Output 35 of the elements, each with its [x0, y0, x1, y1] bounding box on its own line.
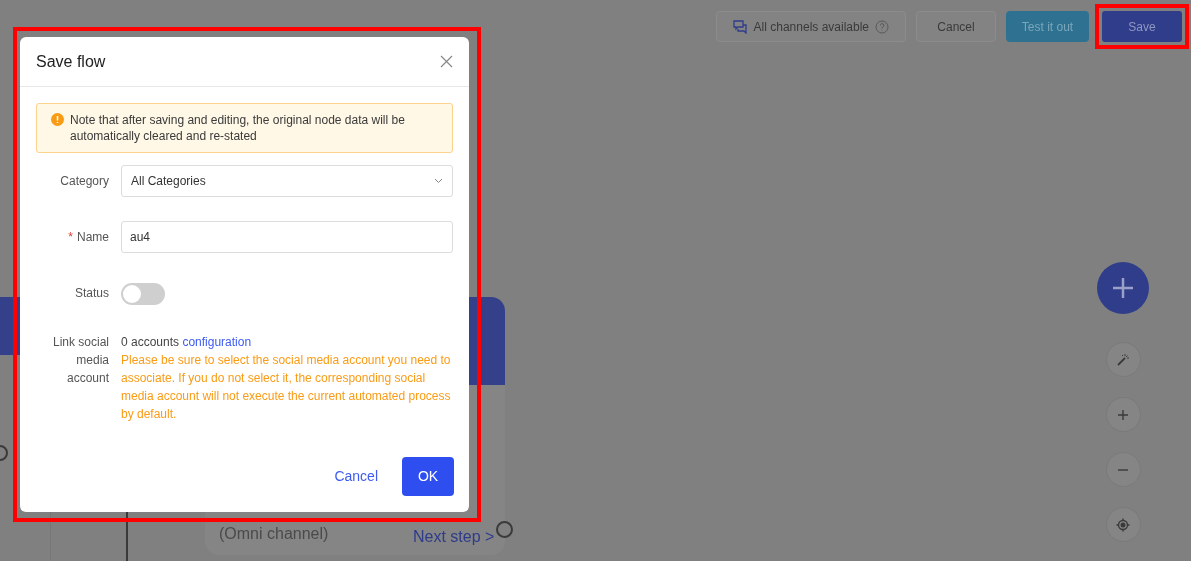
- warning-icon: [51, 113, 64, 126]
- name-field[interactable]: au4: [121, 221, 453, 253]
- next-step-link[interactable]: Next step >: [413, 525, 495, 549]
- configuration-link[interactable]: configuration: [182, 335, 252, 349]
- help-icon[interactable]: [875, 19, 889, 34]
- port-handle[interactable]: [496, 521, 513, 538]
- cancel-button[interactable]: Cancel: [334, 466, 378, 487]
- dialog-title: Save flow: [36, 51, 106, 72]
- status-toggle[interactable]: [121, 283, 165, 305]
- alert-text: Note that after saving and editing, the original node data will be automatically cleared and re-stated: [70, 112, 406, 144]
- field-label: Link social media account: [51, 334, 109, 387]
- chevron-down-icon: [434, 178, 443, 184]
- locate-icon: [1115, 516, 1131, 533]
- close-icon[interactable]: [440, 55, 453, 68]
- channels-button[interactable]: All channels available: [715, 11, 906, 42]
- field-label: Category: [59, 173, 109, 190]
- ok-button[interactable]: OK: [402, 457, 454, 496]
- zoom-out-icon: [1117, 468, 1129, 471]
- account-count: 0 accounts: [121, 335, 181, 349]
- zoom-in-button[interactable]: [1105, 397, 1141, 432]
- category-select[interactable]: All Categories: [121, 165, 453, 197]
- chat-icon: [732, 19, 748, 34]
- field-label: Name: [77, 230, 109, 244]
- field-label: Status: [73, 285, 109, 302]
- save-button[interactable]: Save: [1102, 11, 1182, 42]
- cancel-button[interactable]: Cancel: [916, 11, 996, 42]
- required-mark: *: [68, 230, 73, 244]
- magic-wand-icon: [1115, 351, 1131, 368]
- plus-icon: [1112, 277, 1134, 299]
- center-button[interactable]: [1105, 507, 1141, 542]
- auto-layout-button[interactable]: [1105, 342, 1141, 377]
- add-button[interactable]: [1097, 262, 1149, 314]
- connector-line: [126, 512, 128, 561]
- node-channel-text: (Omni channel): [219, 524, 329, 544]
- warning-text: Please be sure to select the social media account you need to associate. If you do not select it, the corresponding social media account will not execute the current automated process by default.: [121, 352, 452, 423]
